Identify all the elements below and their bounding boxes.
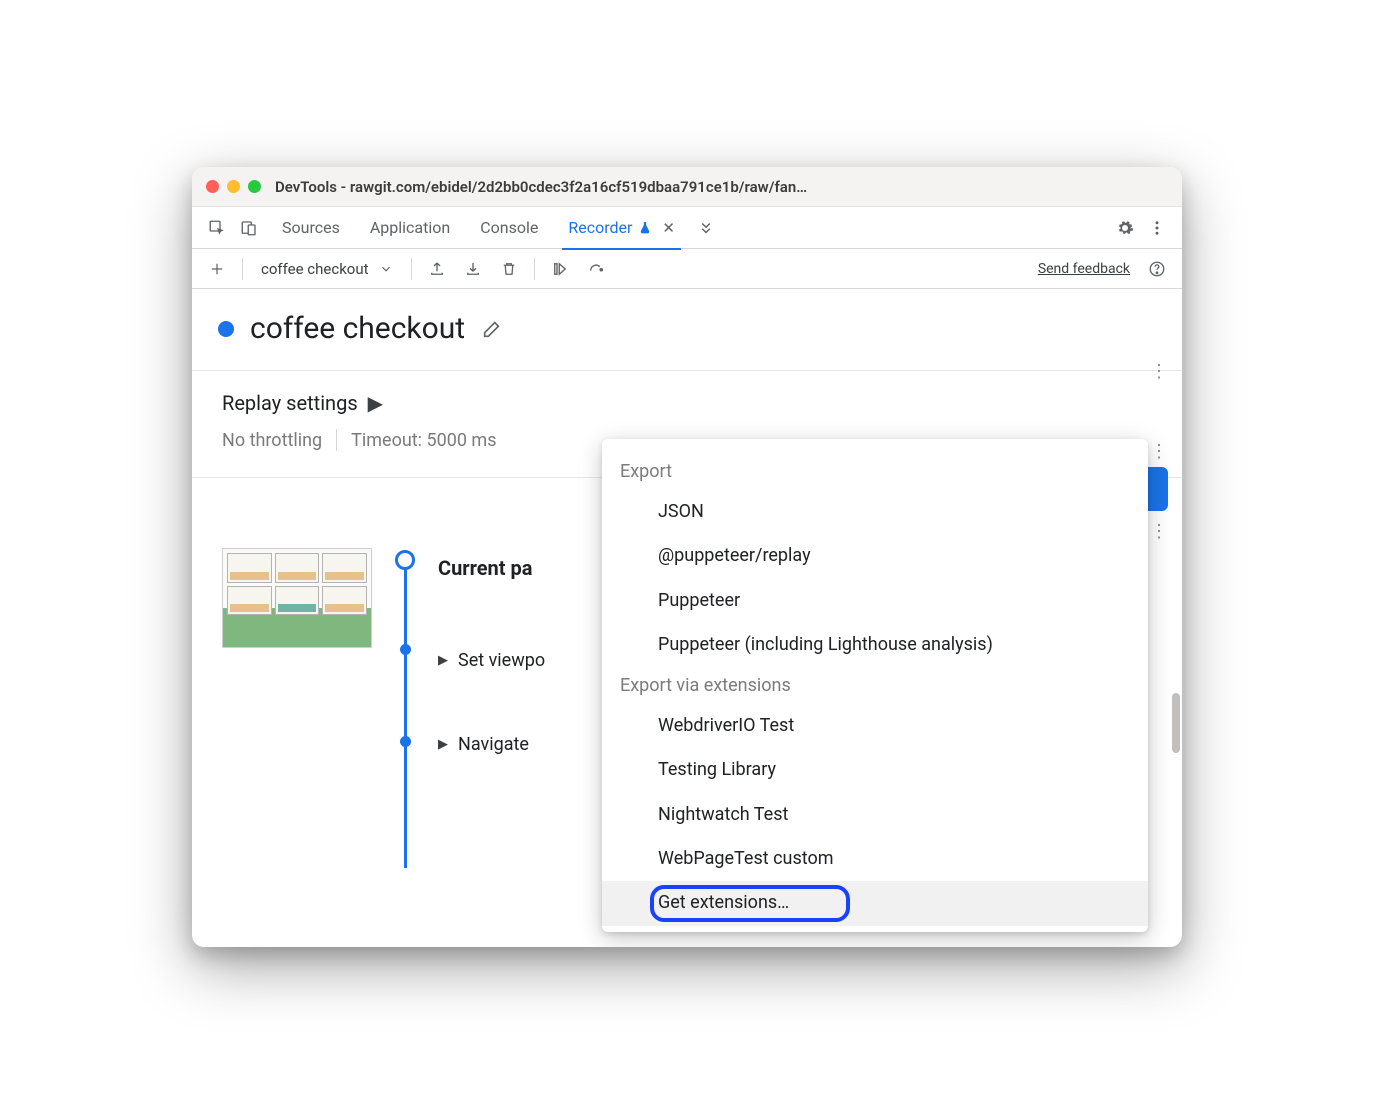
recording-header: coffee checkout <box>192 289 1182 371</box>
new-recording-icon[interactable] <box>202 254 232 284</box>
page-thumbnail <box>222 548 372 648</box>
export-option-puppeteer-replay[interactable]: @puppeteer/replay <box>602 534 1148 578</box>
export-option-testing-library[interactable]: Testing Library <box>602 748 1148 792</box>
export-option-nightwatch[interactable]: Nightwatch Test <box>602 793 1148 837</box>
step-kebab-icon[interactable]: ⋮ <box>1150 369 1168 375</box>
timeline-dot[interactable] <box>400 644 411 655</box>
export-via-extensions-label: Export via extensions <box>602 667 1148 704</box>
send-feedback-link[interactable]: Send feedback <box>1038 261 1130 277</box>
scrollbar-thumb[interactable] <box>1172 693 1180 753</box>
device-toolbar-icon[interactable] <box>234 213 264 243</box>
tab-label: Application <box>370 218 450 237</box>
traffic-lights <box>206 180 261 193</box>
timeline-node[interactable] <box>395 550 415 570</box>
delete-icon[interactable] <box>494 254 524 284</box>
export-section-label: Export <box>602 453 1148 490</box>
step-label: Navigate <box>458 734 529 755</box>
devtools-window: DevTools - rawgit.com/ebidel/2d2bb0cdec3… <box>192 167 1182 947</box>
more-tabs-icon[interactable] <box>691 213 721 243</box>
export-option-webdriverio[interactable]: WebdriverIO Test <box>602 704 1148 748</box>
step-kebab-icon[interactable]: ⋮ <box>1150 449 1168 455</box>
experiment-flask-icon <box>638 221 652 235</box>
export-option-puppeteer-lighthouse[interactable]: Puppeteer (including Lighthouse analysis… <box>602 623 1148 667</box>
divider <box>534 258 535 280</box>
chevron-down-icon <box>379 262 393 276</box>
triangle-right-icon: ▶ <box>438 653 448 668</box>
tab-application[interactable]: Application <box>356 207 464 249</box>
kebab-menu-icon[interactable] <box>1142 213 1172 243</box>
close-window-button[interactable] <box>206 180 219 193</box>
export-dropdown: Export JSON @puppeteer/replay Puppeteer … <box>602 439 1148 932</box>
export-option-get-extensions[interactable]: Get extensions… <box>602 881 1148 925</box>
inspect-element-icon[interactable] <box>202 213 232 243</box>
step-label: Set viewpo <box>458 650 545 671</box>
step-actions-column: ⋮ ⋮ ⋮ <box>1150 369 1168 535</box>
help-icon[interactable] <box>1142 254 1172 284</box>
export-option-json[interactable]: JSON <box>602 490 1148 534</box>
recording-picker-label: coffee checkout <box>261 260 369 278</box>
tab-recorder[interactable]: Recorder ✕ <box>554 207 689 249</box>
tab-console[interactable]: Console <box>466 207 552 249</box>
step-play-icon[interactable] <box>545 254 575 284</box>
replay-settings-label: Replay settings <box>222 391 358 415</box>
minimize-window-button[interactable] <box>227 180 240 193</box>
timeout-value[interactable]: Timeout: 5000 ms <box>351 430 496 451</box>
titlebar: DevTools - rawgit.com/ebidel/2d2bb0cdec3… <box>192 167 1182 207</box>
timeline-dot[interactable] <box>400 736 411 747</box>
maximize-window-button[interactable] <box>248 180 261 193</box>
tab-label: Sources <box>282 218 340 237</box>
tab-label: Console <box>480 218 538 237</box>
recording-title: coffee checkout <box>250 311 465 346</box>
export-option-webpagetest[interactable]: WebPageTest custom <box>602 837 1148 881</box>
devtools-tabstrip: Sources Application Console Recorder ✕ <box>192 207 1182 249</box>
export-icon[interactable] <box>422 254 452 284</box>
recording-picker[interactable]: coffee checkout <box>253 260 401 278</box>
triangle-right-icon: ▶ <box>368 391 383 415</box>
replay-arc-icon[interactable] <box>581 254 611 284</box>
window-title: DevTools - rawgit.com/ebidel/2d2bb0cdec3… <box>275 178 807 196</box>
divider <box>411 258 412 280</box>
export-option-label: Get extensions… <box>658 892 789 913</box>
tab-sources[interactable]: Sources <box>268 207 354 249</box>
step-label: Current pa <box>438 556 532 580</box>
replay-settings-toggle[interactable]: Replay settings ▶ <box>222 391 1152 415</box>
recorder-toolbar: coffee checkout Send feedback <box>192 249 1182 289</box>
import-icon[interactable] <box>458 254 488 284</box>
divider <box>242 258 243 280</box>
export-option-puppeteer[interactable]: Puppeteer <box>602 579 1148 623</box>
timeline <box>392 548 418 808</box>
triangle-right-icon: ▶ <box>438 737 448 752</box>
recorder-main: coffee checkout Replay settings ▶ No thr… <box>192 289 1182 947</box>
throttling-value[interactable]: No throttling <box>222 430 322 451</box>
settings-gear-icon[interactable] <box>1110 213 1140 243</box>
status-dot-icon <box>218 321 234 337</box>
divider <box>336 429 337 451</box>
close-tab-icon[interactable]: ✕ <box>662 219 675 237</box>
step-kebab-icon[interactable]: ⋮ <box>1150 529 1168 535</box>
edit-pencil-icon[interactable] <box>481 318 503 340</box>
tab-label: Recorder <box>568 218 632 237</box>
